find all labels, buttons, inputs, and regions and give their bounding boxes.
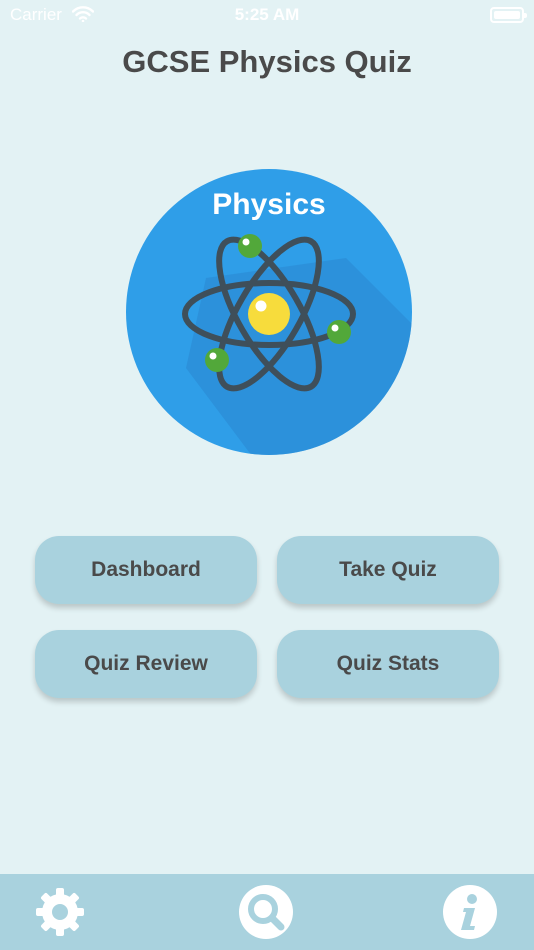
logo-label: Physics: [212, 188, 325, 221]
quiz-stats-button[interactable]: Quiz Stats: [277, 630, 499, 698]
page-title: GCSE Physics Quiz: [122, 44, 412, 79]
tab-bar: [0, 874, 534, 950]
gear-icon[interactable]: [32, 884, 88, 940]
take-quiz-button[interactable]: Take Quiz: [277, 536, 499, 604]
info-icon[interactable]: [442, 884, 498, 940]
dashboard-button[interactable]: Dashboard: [35, 536, 257, 604]
battery-icon: [490, 7, 527, 23]
status-bar: Carrier 5:25 AM: [0, 0, 534, 30]
nucleus-icon: [248, 293, 290, 335]
status-time: 5:25 AM: [234, 5, 300, 24]
electron-icon: [205, 348, 229, 372]
electron-icon: [327, 320, 351, 344]
search-icon[interactable]: [238, 884, 294, 940]
physics-logo: Physics: [126, 169, 412, 455]
quiz-review-button[interactable]: Quiz Review: [35, 630, 257, 698]
battery-level: [494, 11, 520, 19]
electron-icon: [238, 234, 262, 258]
